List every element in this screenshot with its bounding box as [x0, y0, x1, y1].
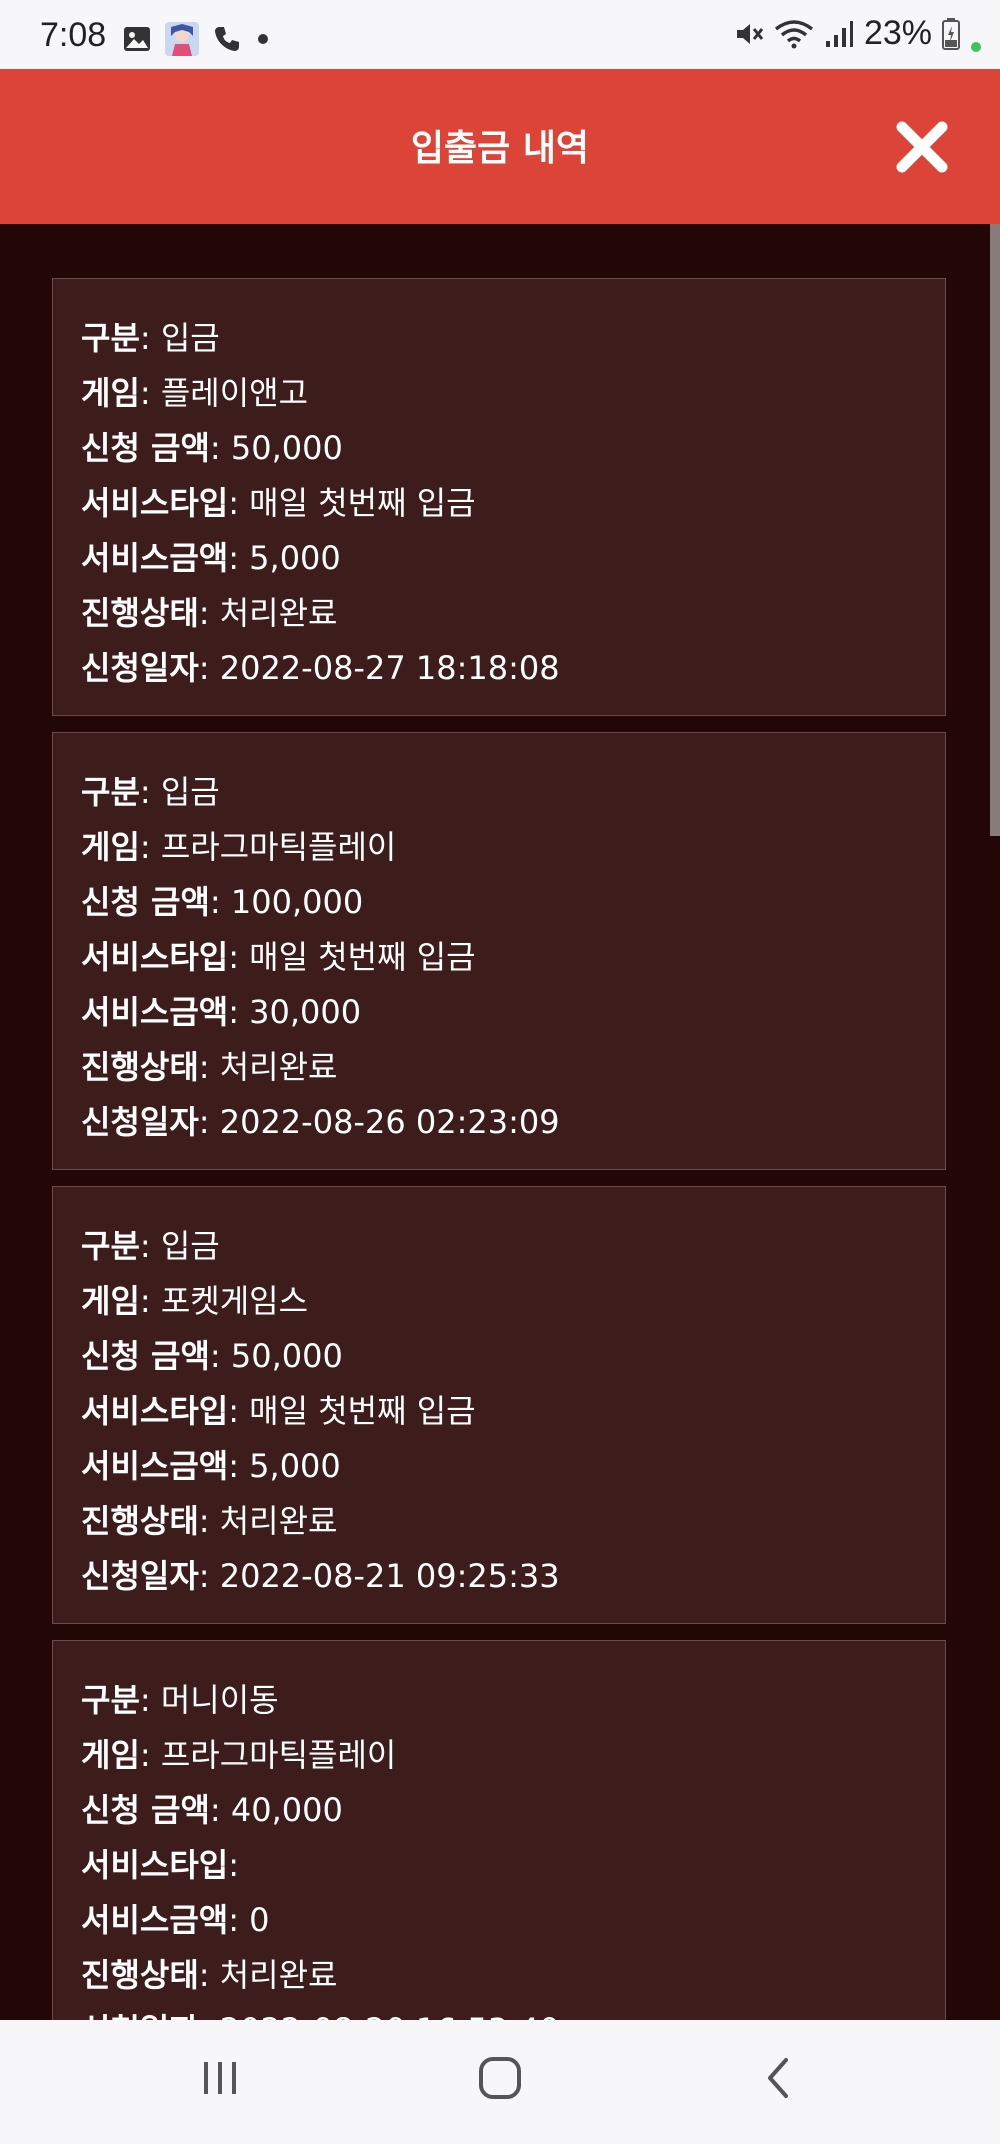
service-type-label: 서비스타입 — [81, 938, 229, 976]
status-value: 처리완료 — [219, 594, 338, 632]
date-value: 2022-08-26 02:23:09 — [219, 1103, 560, 1141]
date-label: 신청일자 — [81, 1557, 199, 1595]
type-label: 구분 — [81, 1227, 140, 1265]
transaction-card: 구분: 머니이동 게임: 프라그마틱플레이 신청 금액: 40,000 서비스타… — [52, 1640, 946, 2020]
home-icon[interactable] — [478, 2056, 522, 2100]
game-value: 프라그마틱플레이 — [160, 1736, 397, 1774]
transaction-card: 구분: 입금 게임: 플레이앤고 신청 금액: 50,000 서비스타입: 매일… — [52, 278, 946, 716]
status-label: 진행상태 — [81, 594, 199, 632]
date-label: 신청일자 — [81, 1103, 199, 1141]
type-value: 머니이동 — [160, 1681, 279, 1719]
game-label: 게임 — [81, 828, 140, 866]
service-type-value: 매일 첫번째 입금 — [249, 938, 476, 976]
type-label: 구분 — [81, 773, 140, 811]
close-icon[interactable] — [896, 121, 948, 173]
transaction-card: 구분: 입금 게임: 프라그마틱플레이 신청 금액: 100,000 서비스타입… — [52, 732, 946, 1170]
status-bar: 7:08 23% — [0, 0, 1000, 69]
scrollbar[interactable] — [990, 224, 1000, 836]
status-label: 진행상태 — [81, 1502, 199, 1540]
amount-label: 신청 금액 — [81, 883, 210, 921]
image-icon — [124, 27, 150, 51]
dot-icon — [258, 34, 268, 44]
service-amount-label: 서비스금액 — [81, 993, 229, 1031]
service-amount-value: 0 — [249, 1901, 270, 1939]
type-value: 입금 — [160, 773, 220, 811]
game-label: 게임 — [81, 374, 140, 412]
service-amount-label: 서비스금액 — [81, 539, 229, 577]
date-label: 신청일자 — [81, 2011, 199, 2020]
status-label: 진행상태 — [81, 1956, 199, 1994]
phone-icon — [215, 27, 239, 51]
date-value: 2022-08-21 09:25:33 — [219, 1557, 560, 1595]
wifi-icon — [774, 19, 814, 48]
dot-indicator-icon — [971, 41, 981, 52]
type-label: 구분 — [81, 319, 140, 357]
service-type-label: 서비스타입 — [81, 484, 229, 522]
date-value: 2022-08-27 18:18:08 — [219, 649, 560, 687]
transaction-card: 구분: 입금 게임: 포켓게임스 신청 금액: 50,000 서비스타입: 매일… — [52, 1186, 946, 1624]
status-label: 진행상태 — [81, 1048, 199, 1086]
game-value: 포켓게임스 — [160, 1282, 309, 1320]
game-value: 플레이앤고 — [160, 374, 309, 412]
amount-value: 50,000 — [230, 429, 343, 467]
header-bar: 입출금 내역 — [0, 69, 1000, 224]
navigation-bar — [0, 2020, 1000, 2144]
game-label: 게임 — [81, 1282, 140, 1320]
service-amount-label: 서비스금액 — [81, 1901, 229, 1939]
type-label: 구분 — [81, 1681, 140, 1719]
amount-label: 신청 금액 — [81, 429, 210, 467]
game-value: 프라그마틱플레이 — [160, 828, 397, 866]
service-type-label: 서비스타입 — [81, 1846, 229, 1884]
transaction-list[interactable]: 구분: 입금 게임: 플레이앤고 신청 금액: 50,000 서비스타입: 매일… — [0, 224, 990, 2020]
service-amount-value: 30,000 — [249, 993, 362, 1031]
game-label: 게임 — [81, 1736, 140, 1774]
back-icon[interactable] — [758, 2056, 802, 2100]
service-amount-value: 5,000 — [249, 1447, 341, 1485]
status-time: 7:08 — [40, 16, 107, 54]
service-type-value: 매일 첫번째 입금 — [249, 1392, 476, 1430]
date-label: 신청일자 — [81, 649, 199, 687]
amount-value: 50,000 — [230, 1337, 343, 1375]
amount-label: 신청 금액 — [81, 1791, 210, 1829]
page-title: 입출금 내역 — [410, 128, 590, 169]
signal-icon — [825, 20, 853, 47]
mute-icon — [736, 23, 764, 44]
recents-icon[interactable] — [198, 2056, 242, 2100]
battery-icon — [942, 17, 960, 50]
status-value: 처리완료 — [219, 1502, 338, 1540]
status-value: 처리완료 — [219, 1048, 338, 1086]
status-value: 처리완료 — [219, 1956, 338, 1994]
service-amount-value: 5,000 — [249, 539, 341, 577]
amount-label: 신청 금액 — [81, 1337, 210, 1375]
amount-value: 40,000 — [230, 1791, 343, 1829]
service-amount-label: 서비스금액 — [81, 1447, 229, 1485]
amount-value: 100,000 — [230, 883, 364, 921]
service-type-value: 매일 첫번째 입금 — [249, 484, 476, 522]
date-value: 2022-08-20 16:53:40 — [220, 2011, 560, 2020]
type-value: 입금 — [160, 319, 220, 357]
service-type-label: 서비스타입 — [81, 1392, 229, 1430]
type-value: 입금 — [160, 1227, 220, 1265]
app-avatar-icon — [165, 22, 199, 56]
battery-percent: 23% — [863, 14, 932, 52]
